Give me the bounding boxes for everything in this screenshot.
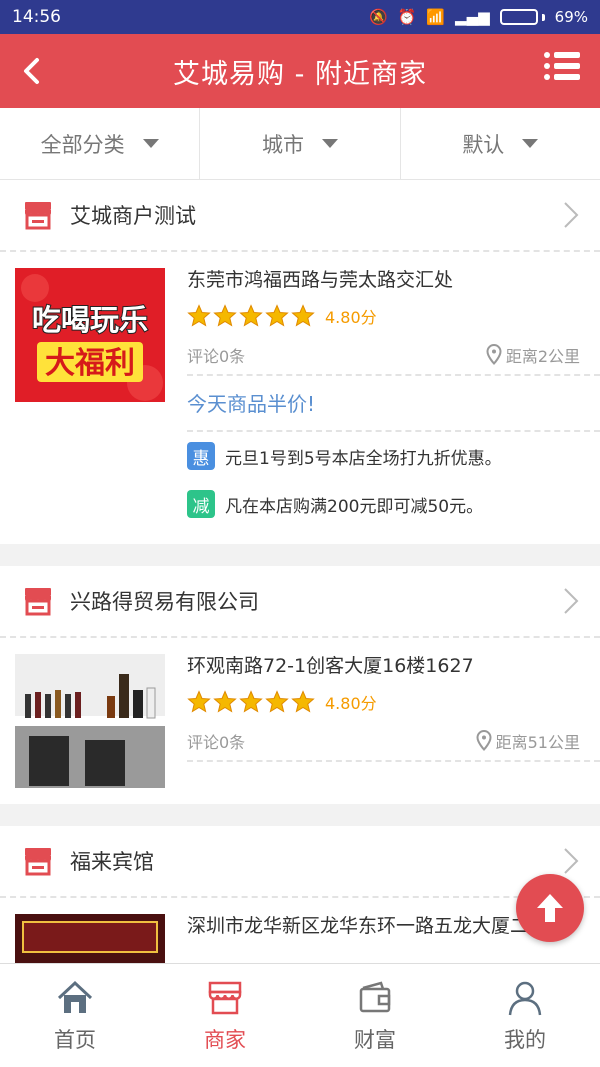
tab-label: 首页 bbox=[54, 1027, 96, 1052]
filter-label: 城市 bbox=[261, 132, 304, 157]
chevron-right-icon bbox=[564, 202, 579, 228]
chevron-right-icon bbox=[564, 588, 579, 614]
score: 4.80分 bbox=[325, 308, 377, 327]
star-rating bbox=[187, 690, 315, 714]
page-title: 艾城易购 - 附近商家 bbox=[173, 58, 427, 90]
thumb-text-2: 大福利 bbox=[45, 346, 135, 381]
deal-text: 凡在本店购满200元即可减50元。 bbox=[225, 496, 484, 517]
rating: 4.80分 bbox=[187, 296, 600, 336]
merchant-address: 环观南路72-1创客大厦16楼1627 bbox=[187, 655, 474, 677]
chevron-right-icon bbox=[564, 848, 579, 874]
store-icon bbox=[25, 588, 51, 616]
score: 4.80分 bbox=[325, 694, 377, 713]
merchant-card[interactable]: 兴路得贸易有限公司 环观南路72-1创客大厦16楼1627 4.80分 评论0条… bbox=[0, 566, 600, 804]
filter-category[interactable]: 全部分类 bbox=[0, 108, 201, 179]
thumb-text-1: 吃喝玩乐 bbox=[32, 303, 148, 337]
reduction-tag: 减 bbox=[187, 490, 215, 518]
status-bar: 14:56 🔕 ⏰ 📶 ▂▄▆ 69% bbox=[0, 0, 600, 34]
filter-sort[interactable]: 默认 bbox=[401, 108, 600, 179]
merchant-card[interactable]: 艾城商户测试 吃喝玩乐 大福利 东莞市鸿福西路与莞太路交汇处 4.80分 评论0… bbox=[0, 180, 600, 544]
star-icon bbox=[239, 690, 263, 713]
status-time: 14:56 bbox=[12, 7, 61, 27]
distance: 距离2公里 bbox=[505, 347, 580, 366]
scroll-top-button[interactable] bbox=[516, 874, 584, 942]
tab-label: 我的 bbox=[504, 1027, 546, 1052]
location-pin-icon bbox=[476, 730, 492, 751]
caret-down-icon bbox=[142, 139, 159, 148]
review-count: 评论0条 bbox=[187, 733, 246, 752]
deal-text: 元旦1号到5号本店全场打九折优惠。 bbox=[225, 448, 502, 469]
filter-bar: 全部分类 城市 默认 bbox=[0, 108, 600, 180]
merchant-list[interactable]: 艾城商户测试 吃喝玩乐 大福利 东莞市鸿福西路与莞太路交汇处 4.80分 评论0… bbox=[0, 180, 600, 963]
merchant-thumbnail[interactable]: 吃喝玩乐 大福利 bbox=[15, 268, 165, 402]
promo-text: 今天商品半价! bbox=[187, 376, 600, 432]
store-icon bbox=[25, 202, 51, 230]
tab-merchants[interactable]: 商家 bbox=[150, 964, 300, 1067]
star-icon bbox=[291, 304, 315, 327]
filter-label: 全部分类 bbox=[40, 132, 125, 157]
star-rating bbox=[187, 304, 315, 328]
review-count: 评论0条 bbox=[187, 347, 246, 366]
discount-tag: 惠 bbox=[187, 442, 215, 470]
merchant-header[interactable]: 艾城商户测试 bbox=[0, 180, 600, 252]
home-icon bbox=[57, 980, 93, 1013]
location-pin-icon bbox=[486, 344, 502, 365]
merchant-thumbnail[interactable] bbox=[15, 654, 165, 788]
star-icon bbox=[213, 690, 237, 713]
app-header: 艾城易购 - 附近商家 bbox=[0, 34, 600, 108]
merchant-header[interactable]: 福来宾馆 bbox=[0, 826, 600, 898]
caret-down-icon bbox=[522, 139, 539, 148]
distance: 距离51公里 bbox=[495, 733, 580, 752]
menu-button[interactable] bbox=[542, 46, 582, 86]
back-button[interactable] bbox=[8, 48, 54, 94]
status-icons: 🔕 ⏰ 📶 ▂▄▆ 69% bbox=[369, 8, 588, 26]
deal-row: 减 凡在本店购满200元即可减50元。 bbox=[187, 480, 600, 528]
star-icon bbox=[187, 690, 211, 713]
star-icon bbox=[265, 304, 289, 327]
signal-icon: ▂▄▆ bbox=[455, 8, 490, 26]
tab-home[interactable]: 首页 bbox=[0, 964, 150, 1067]
arrow-up-icon bbox=[537, 894, 563, 922]
merchant-name: 福来宾馆 bbox=[70, 850, 154, 874]
star-icon bbox=[239, 304, 263, 327]
deal-row: 惠 元旦1号到5号本店全场打九折优惠。 bbox=[187, 432, 600, 480]
rating: 4.80分 bbox=[187, 682, 600, 722]
star-icon bbox=[187, 304, 211, 327]
caret-down-icon bbox=[321, 139, 338, 148]
battery-percent: 69% bbox=[554, 8, 588, 26]
store-icon bbox=[208, 981, 242, 1014]
wifi-icon: 📶 bbox=[426, 8, 446, 26]
tab-wealth[interactable]: 财富 bbox=[300, 964, 450, 1067]
user-icon bbox=[508, 981, 542, 1015]
merchant-address: 东莞市鸿福西路与莞太路交汇处 bbox=[187, 269, 454, 291]
chevron-left-icon bbox=[24, 58, 39, 84]
star-icon bbox=[213, 304, 237, 327]
alarm-icon: ⏰ bbox=[397, 8, 417, 26]
merchant-thumbnail[interactable] bbox=[15, 914, 165, 963]
star-icon bbox=[291, 690, 315, 713]
merchant-header[interactable]: 兴路得贸易有限公司 bbox=[0, 566, 600, 638]
list-menu-icon bbox=[544, 52, 580, 80]
tab-label: 财富 bbox=[354, 1027, 396, 1052]
merchant-name: 兴路得贸易有限公司 bbox=[70, 590, 259, 614]
wallet-icon bbox=[359, 980, 391, 1012]
tab-profile[interactable]: 我的 bbox=[450, 964, 600, 1067]
merchant-card[interactable]: 福来宾馆 深圳市龙华新区龙华东环一路五龙大厦二 bbox=[0, 826, 600, 963]
merchant-name: 艾城商户测试 bbox=[70, 204, 196, 228]
star-icon bbox=[265, 690, 289, 713]
filter-city[interactable]: 城市 bbox=[200, 108, 401, 179]
store-icon bbox=[25, 848, 51, 876]
filter-label: 默认 bbox=[462, 132, 505, 157]
mute-icon: 🔕 bbox=[368, 8, 388, 26]
tab-label: 商家 bbox=[204, 1027, 246, 1052]
battery-icon bbox=[499, 9, 545, 25]
bottom-tab-bar: 首页 商家 财富 我的 bbox=[0, 963, 600, 1067]
